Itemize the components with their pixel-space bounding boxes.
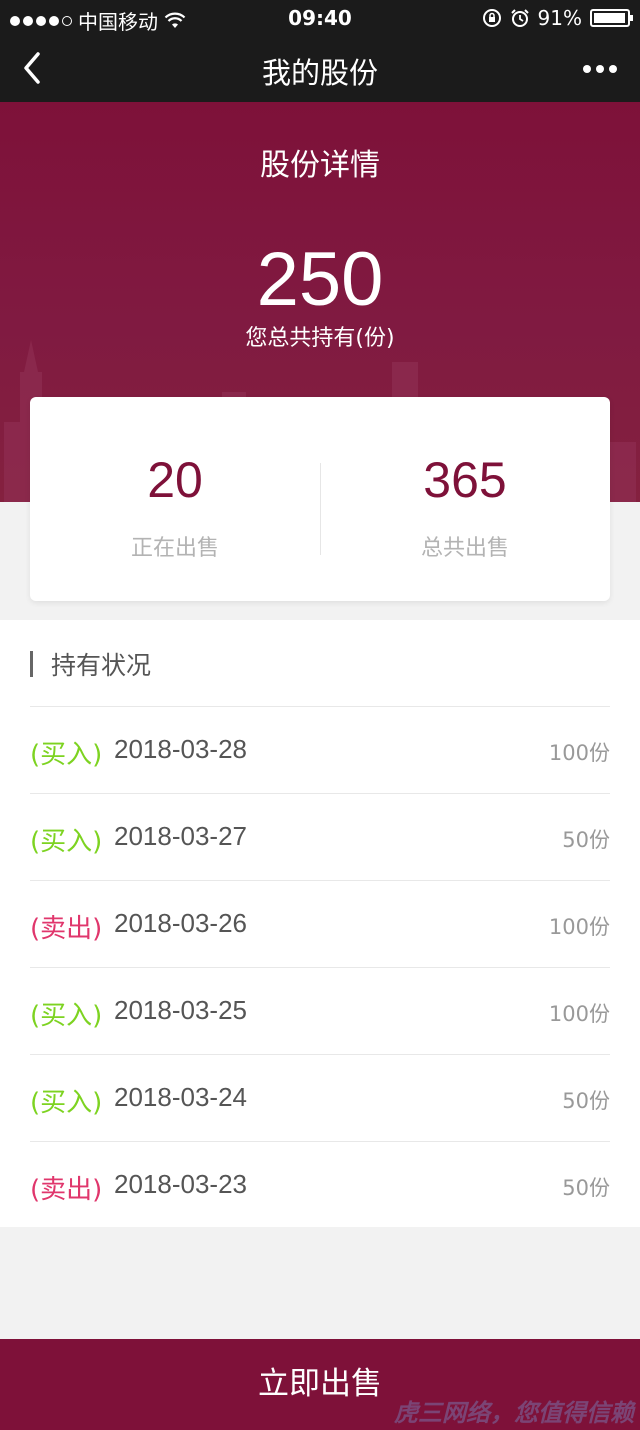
transaction-quantity: 100份 [548, 1002, 610, 1026]
holdings-list: (买入) 2018-03-28 100份 (买入) 2018-03-27 50份 (卖出) 2… [30, 706, 610, 1228]
alarm-icon [510, 9, 529, 27]
total-holdings-label: 您总共持有(份) [245, 326, 395, 351]
section-title: 持有状况 [51, 651, 152, 680]
transaction-quantity: 100份 [548, 915, 610, 939]
navigation-bar: 我的股份 [0, 36, 640, 102]
section-header: 持有状况 [30, 646, 151, 682]
holding-row[interactable]: (卖出) 2018-03-26 100份 [30, 880, 610, 967]
on-sale-value: 20 [147, 452, 203, 508]
hero-title: 股份详情 [260, 148, 380, 183]
holding-row[interactable]: (买入) 2018-03-28 100份 [30, 706, 610, 793]
on-sale-stat: 20 正在出售 [30, 397, 320, 601]
more-button[interactable] [578, 54, 622, 84]
transaction-quantity: 50份 [562, 1176, 610, 1200]
transaction-quantity: 50份 [562, 828, 610, 852]
status-bar: 中国移动 09:40 91% [0, 0, 640, 36]
chevron-left-icon [24, 52, 40, 84]
transaction-quantity: 50份 [562, 1089, 610, 1113]
holding-row[interactable]: (卖出) 2018-03-23 50份 [30, 1141, 610, 1228]
on-sale-label: 正在出售 [130, 536, 219, 561]
total-holdings-value: 250 [256, 237, 384, 322]
page-title: 我的股份 [261, 56, 378, 90]
holding-row[interactable]: (买入) 2018-03-27 50份 [30, 793, 610, 880]
transaction-type: (买入) [30, 1088, 103, 1118]
status-right: 91% [482, 6, 633, 30]
transaction-type: (卖出) [30, 1175, 103, 1205]
sell-now-button[interactable]: 立即出售 [0, 1339, 640, 1430]
battery-icon [590, 9, 633, 27]
battery-percent: 91% [537, 6, 582, 30]
transaction-date: 2018-03-26 [114, 908, 247, 938]
holding-row[interactable]: (买入) 2018-03-25 100份 [30, 967, 610, 1054]
more-dots-icon [583, 65, 591, 73]
transaction-type: (买入) [30, 740, 103, 770]
sales-stats-card: 20 正在出售 365 总共出售 [30, 397, 610, 601]
total-sold-value: 365 [423, 452, 507, 508]
transaction-date: 2018-03-23 [114, 1169, 247, 1199]
total-sold-stat: 365 总共出售 [320, 397, 610, 601]
section-accent-bar [30, 651, 33, 677]
transaction-type: (卖出) [30, 914, 103, 944]
transaction-date: 2018-03-27 [114, 821, 247, 851]
transaction-date: 2018-03-25 [114, 995, 247, 1025]
orientation-lock-icon [482, 9, 501, 27]
transaction-type: (买入) [30, 1001, 103, 1031]
holdings-section: 持有状况 (买入) 2018-03-28 100份 (买入) 2018-03-27 50份… [0, 620, 640, 1227]
transaction-date: 2018-03-24 [114, 1082, 247, 1112]
transaction-date: 2018-03-28 [114, 734, 247, 764]
back-button[interactable] [14, 48, 54, 88]
transaction-type: (买入) [30, 827, 103, 857]
holding-row[interactable]: (买入) 2018-03-24 50份 [30, 1054, 610, 1141]
transaction-quantity: 100份 [548, 741, 610, 765]
total-sold-label: 总共出售 [420, 536, 509, 561]
